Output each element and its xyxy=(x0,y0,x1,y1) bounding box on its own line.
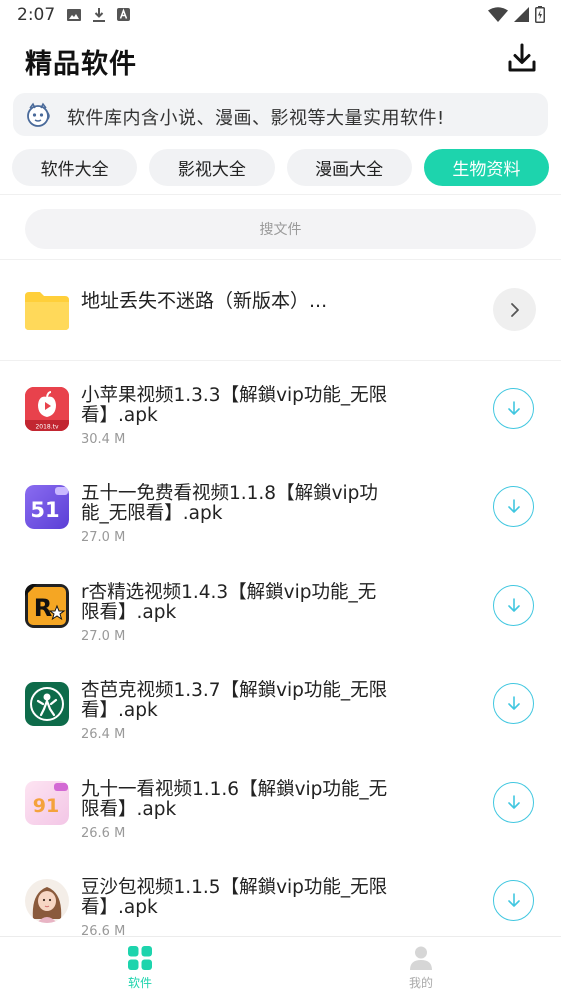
download-notification-icon xyxy=(91,7,106,22)
download-button[interactable] xyxy=(493,683,534,724)
tab-software[interactable]: 软件大全 xyxy=(12,149,138,186)
nav-label: 我的 xyxy=(408,976,433,990)
file-size: 26.4 M xyxy=(81,727,126,742)
file-name: 杏芭克视频1.3.7【解鎖vip功能_无限看】.apk xyxy=(81,680,388,721)
list-item[interactable]: 51 五十一免费看视频1.1.8【解鎖vip功能_无限看】.apk 27.0 M xyxy=(0,460,561,558)
file-name: 豆沙包视频1.1.5【解鎖vip功能_无限看】.apk xyxy=(81,877,388,918)
download-manager-button[interactable] xyxy=(505,41,539,75)
status-time: 2:07 xyxy=(17,5,56,25)
divider xyxy=(0,360,561,361)
list-item[interactable]: R r杏精选视频1.4.3【解鎖vip功能_无限看】.apk 27.0 M xyxy=(0,559,561,657)
header: 精品软件 xyxy=(0,32,561,88)
r-star-icon: R xyxy=(25,584,69,628)
apple-video-icon: 2018.tv xyxy=(25,387,69,431)
chevron-right-icon xyxy=(510,302,519,317)
tab-video[interactable]: 影视大全 xyxy=(149,149,275,186)
download-icon xyxy=(507,695,520,710)
file-name: 小苹果视频1.3.3【解鎖vip功能_无限看】.apk xyxy=(81,385,388,426)
download-button[interactable] xyxy=(493,880,534,921)
bottom-nav: 软件 我的 xyxy=(0,936,561,998)
avatar-girl-icon xyxy=(25,879,69,923)
divider xyxy=(0,194,561,195)
divider xyxy=(0,259,561,260)
folder-title: 地址丢失不迷路（新版本）... xyxy=(81,290,328,312)
system-status-icons xyxy=(488,6,545,27)
category-tabs: 软件大全 影视大全 漫画大全 生物资料 xyxy=(12,149,549,187)
open-folder-button[interactable] xyxy=(493,288,536,331)
image-notification-icon xyxy=(66,7,81,22)
tab-biology[interactable]: 生物资料 xyxy=(423,149,549,186)
svg-text:R: R xyxy=(34,594,52,622)
search-input[interactable]: 搜文件 xyxy=(25,209,536,249)
wifi-icon xyxy=(488,7,508,26)
ninetyone-icon: 91 xyxy=(25,781,69,825)
file-name: r杏精选视频1.4.3【解鎖vip功能_无限看】.apk xyxy=(81,582,377,623)
nav-software[interactable]: 软件 xyxy=(80,945,200,991)
svg-text:51: 51 xyxy=(30,498,59,522)
battery-icon xyxy=(535,6,545,27)
download-button[interactable] xyxy=(493,388,534,429)
list-item[interactable]: 91 九十一看视频1.1.6【解鎖vip功能_无限看】.apk 26.6 M xyxy=(0,756,561,854)
folder-icon xyxy=(25,290,69,330)
download-icon xyxy=(507,794,520,809)
notice-text: 软件库内含小说、漫画、影视等大量实用软件! xyxy=(67,108,445,129)
file-size: 26.6 M xyxy=(81,826,126,841)
file-name: 九十一看视频1.1.6【解鎖vip功能_无限看】.apk xyxy=(81,779,388,820)
notice-bar: 软件库内含小说、漫画、影视等大量实用软件! xyxy=(13,93,548,136)
file-size: 30.4 M xyxy=(81,432,126,447)
file-size: 27.0 M xyxy=(81,530,126,545)
folder-row[interactable]: 地址丢失不迷路（新版本）... xyxy=(0,262,561,360)
download-icon xyxy=(507,597,520,612)
signal-icon xyxy=(514,7,529,26)
svg-text:2018.tv: 2018.tv xyxy=(35,424,59,431)
download-icon xyxy=(507,498,520,513)
download-button[interactable] xyxy=(493,782,534,823)
download-button[interactable] xyxy=(493,486,534,527)
svg-text:91: 91 xyxy=(33,795,59,817)
page-title: 精品软件 xyxy=(25,49,137,80)
status-bar: 2:07 xyxy=(0,0,561,30)
file-size: 27.0 M xyxy=(81,629,126,644)
nav-profile[interactable]: 我的 xyxy=(361,945,481,991)
mascot-speaker-icon xyxy=(24,100,54,130)
download-icon xyxy=(507,892,520,907)
download-icon xyxy=(507,400,520,415)
grid-icon xyxy=(128,946,152,970)
list-item[interactable]: 杏芭克视频1.3.7【解鎖vip功能_无限看】.apk 26.4 M xyxy=(0,657,561,755)
download-icon xyxy=(508,43,536,72)
nav-label: 软件 xyxy=(127,976,152,990)
fiftyone-icon: 51 xyxy=(25,485,69,529)
a-notification-icon xyxy=(116,7,131,22)
file-name: 五十一免费看视频1.1.8【解鎖vip功能_无限看】.apk xyxy=(81,483,378,524)
tab-comics[interactable]: 漫画大全 xyxy=(286,149,412,186)
download-button[interactable] xyxy=(493,585,534,626)
list-item[interactable]: 2018.tv 小苹果视频1.3.3【解鎖vip功能_无限看】.apk 30.4… xyxy=(0,362,561,460)
user-icon xyxy=(410,946,432,970)
notification-icons xyxy=(66,7,131,22)
green-logo-icon xyxy=(25,682,69,726)
